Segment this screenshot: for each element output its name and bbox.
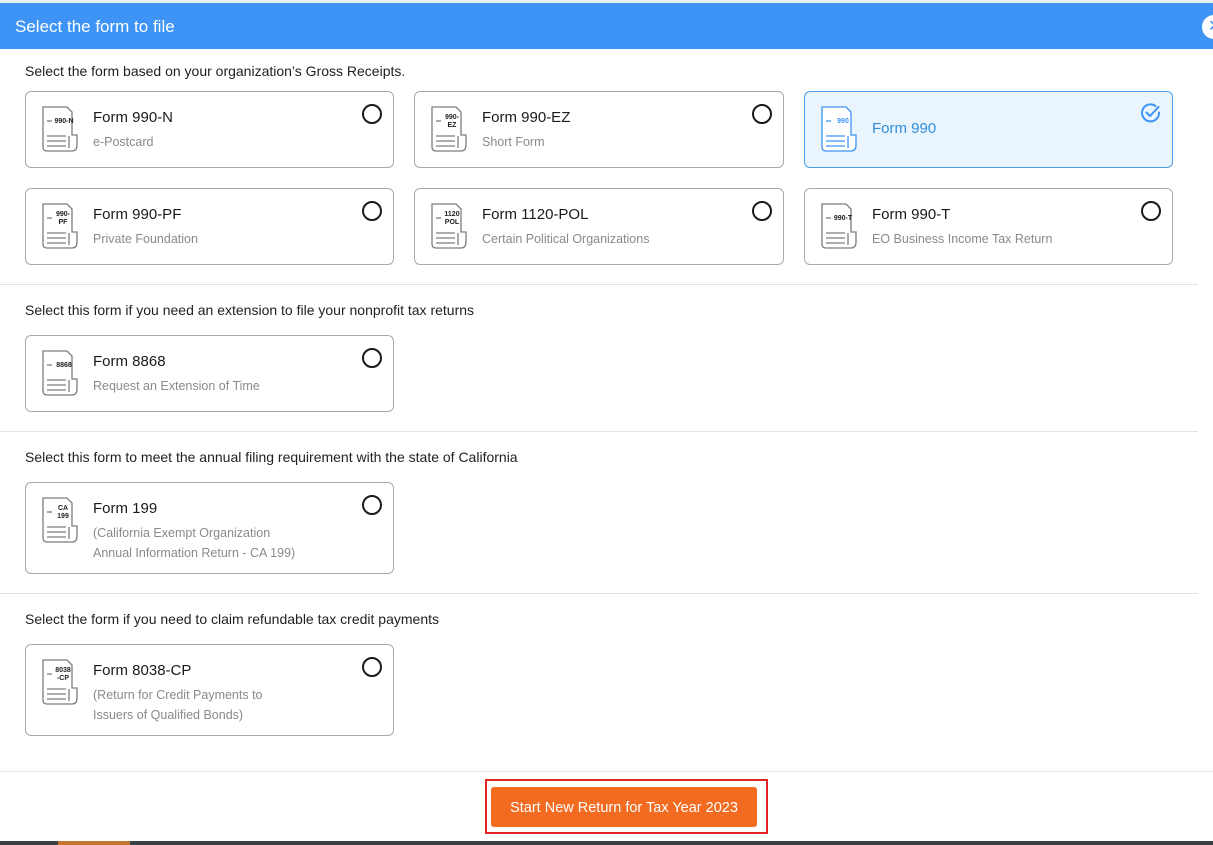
svg-text:8868: 8868 <box>56 362 72 369</box>
form-title: Form 8038-CP <box>93 662 192 679</box>
form-subtitle-line: (Return for Credit Payments to <box>93 688 263 702</box>
form-subtitle-line: Issuers of Qualified Bonds) <box>93 708 244 722</box>
form-subtitle: Short Form <box>482 132 545 152</box>
radio-icon[interactable] <box>362 657 382 677</box>
form-subtitle-line: Certain Political Organizations <box>482 232 650 246</box>
svg-text:8038: 8038 <box>55 667 71 674</box>
svg-text:POL: POL <box>445 219 460 226</box>
section-label-california: Select this form to meet the annual fili… <box>25 449 518 465</box>
form-subtitle-line: Annual Information Return - CA 199) <box>93 546 296 560</box>
section-label-credit-payments: Select the form if you need to claim ref… <box>25 611 439 627</box>
form-card-199[interactable]: CA 199 Form 199 (California Exempt Organi… <box>25 482 394 574</box>
radio-icon[interactable] <box>752 104 772 124</box>
form-card-990ez[interactable]: 990- EZ Form 990-EZ Short Form <box>414 91 784 168</box>
form-card-990t[interactable]: 990-T Form 990-T EO Business Income Tax R… <box>804 188 1173 265</box>
svg-text:PF: PF <box>59 219 69 226</box>
section-label-gross-receipts: Select the form based on your organizati… <box>25 63 406 79</box>
form-card-990n[interactable]: 990-N Form 990-N e-Postcard <box>25 91 394 168</box>
form-subtitle: e-Postcard <box>93 132 153 152</box>
form-title: Form 990 <box>872 120 937 137</box>
form-subtitle-line: Private Foundation <box>93 232 198 246</box>
taskbar-strip <box>0 841 1213 845</box>
svg-text:-CP: -CP <box>57 675 69 682</box>
form-subtitle-line: (California Exempt Organization <box>93 526 271 540</box>
svg-text:990-T: 990-T <box>834 215 853 222</box>
start-new-return-button[interactable]: Start New Return for Tax Year 2023 <box>491 787 757 827</box>
svg-text:CA: CA <box>58 505 68 512</box>
form-card-1120pol[interactable]: 1120 POL Form 1120-POL Certain Political … <box>414 188 784 265</box>
form-subtitle: (Return for Credit Payments to Issuers of… <box>93 685 263 725</box>
form-subtitle-line: e-Postcard <box>93 135 154 149</box>
document-icon: 990- EZ <box>428 104 470 154</box>
dialog-title: Select the form to file <box>15 17 175 36</box>
form-title: Form 990-T <box>872 206 951 223</box>
svg-text:990-: 990- <box>56 211 71 218</box>
document-icon: 8868 <box>39 348 81 398</box>
form-title: Form 199 <box>93 500 158 517</box>
form-title: Form 1120-POL <box>482 206 589 223</box>
document-icon: 1120 POL <box>428 201 470 251</box>
radio-icon[interactable] <box>362 104 382 124</box>
svg-text:199: 199 <box>57 513 69 520</box>
svg-text:990: 990 <box>837 118 849 125</box>
form-card-990pf[interactable]: 990- PF Form 990-PF Private Foundation <box>25 188 394 265</box>
svg-text:990-: 990- <box>445 114 460 121</box>
document-icon: 990-T <box>818 201 860 251</box>
radio-icon[interactable] <box>752 201 772 221</box>
radio-icon[interactable] <box>1141 201 1161 221</box>
form-subtitle: (California Exempt Organization Annual In… <box>93 523 295 563</box>
form-subtitle-line: Short Form <box>482 135 545 149</box>
radio-icon[interactable] <box>362 495 382 515</box>
form-title: Form 990-N <box>93 109 174 126</box>
form-title: Form 990-PF <box>93 206 182 223</box>
form-card-8868[interactable]: 8868 Form 8868 Request an Extension of Ti… <box>25 335 394 412</box>
document-icon: 990-N <box>39 104 81 154</box>
svg-text:1120: 1120 <box>444 211 459 218</box>
form-subtitle: Request an Extension of Time <box>93 376 260 396</box>
form-subtitle: Certain Political Organizations <box>482 229 649 249</box>
radio-icon[interactable] <box>362 348 382 368</box>
document-icon: 8038 -CP <box>39 657 81 707</box>
form-title: Form 8868 <box>93 353 166 370</box>
divider <box>0 593 1198 594</box>
radio-icon[interactable] <box>362 201 382 221</box>
document-icon: 990- PF <box>39 201 81 251</box>
dialog-header: Select the form to file ✕ <box>0 3 1213 49</box>
svg-text:EZ: EZ <box>448 122 458 129</box>
taskbar-accent <box>58 841 130 845</box>
form-subtitle: Private Foundation <box>93 229 198 249</box>
section-label-extension: Select this form if you need an extensio… <box>25 302 475 318</box>
svg-text:990-N: 990-N <box>54 118 73 125</box>
form-subtitle-line: EO Business Income Tax Return <box>872 232 1053 246</box>
check-circle-icon[interactable] <box>1140 102 1162 124</box>
close-icon[interactable]: ✕ <box>1202 15 1213 39</box>
form-card-8038cp[interactable]: 8038 -CP Form 8038-CP (Return for Credit … <box>25 644 394 736</box>
footer-divider <box>0 771 1213 772</box>
document-icon: 990 <box>818 104 860 154</box>
divider <box>0 284 1198 285</box>
document-icon: CA 199 <box>39 495 81 545</box>
form-subtitle: EO Business Income Tax Return <box>872 229 1052 249</box>
form-title: Form 990-EZ <box>482 109 571 126</box>
form-card-990[interactable]: 990 Form 990 <box>804 91 1173 168</box>
divider <box>0 431 1198 432</box>
form-subtitle-line: Request an Extension of Time <box>93 379 260 393</box>
